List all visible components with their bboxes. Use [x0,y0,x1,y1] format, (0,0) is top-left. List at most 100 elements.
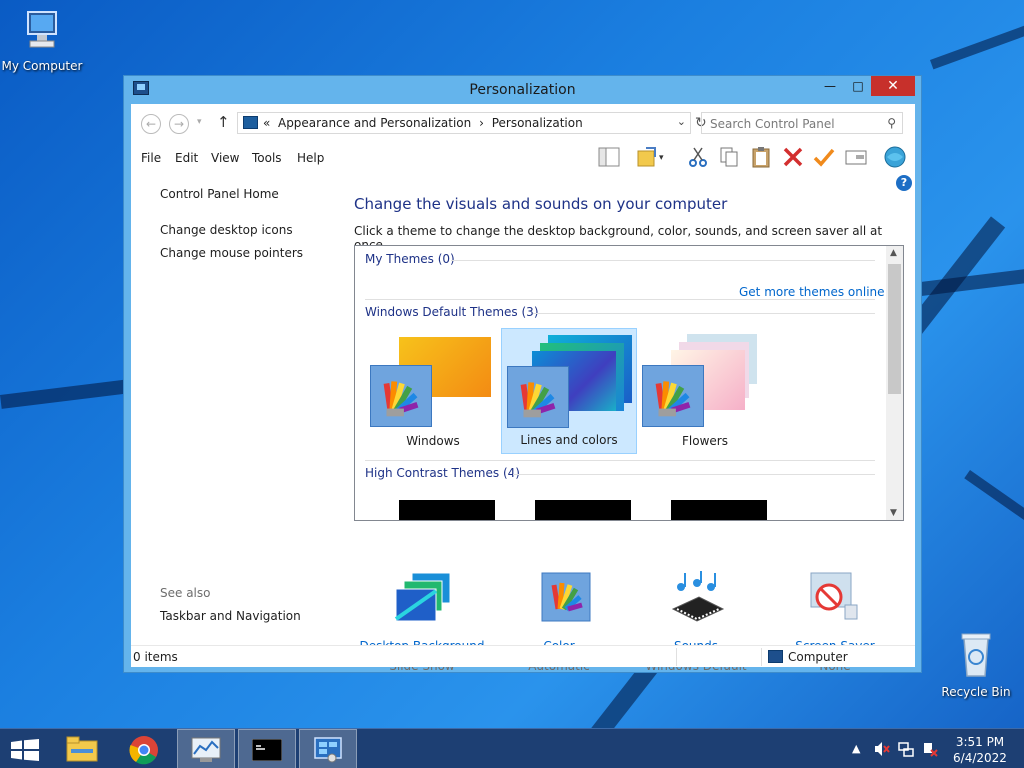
search-box[interactable]: Search Control Panel ⚲ [701,112,903,134]
clock-date: 6/4/2022 [953,751,1007,765]
recent-locations-dropdown[interactable]: ▾ [197,117,202,127]
screen-saver-icon[interactable] [805,569,865,625]
high-contrast-theme-thumb[interactable] [671,500,767,520]
change-desktop-icons-link[interactable]: Change desktop icons [160,223,293,237]
cut-icon[interactable] [686,145,710,169]
volume-muted-icon[interactable] [874,741,890,757]
delete-icon[interactable] [781,145,805,169]
desktop-icon-label: My Computer [1,59,83,73]
status-location: Computer [788,650,848,664]
breadcrumb-appearance[interactable]: Appearance and Personalization [278,116,471,130]
high-contrast-theme-thumb[interactable] [399,500,495,520]
start-button[interactable] [11,739,39,761]
scroll-up-icon[interactable]: ▲ [890,248,897,258]
chevron-down-icon: ▾ [197,117,202,127]
item-count: 0 items [133,650,178,664]
page-title: Change the visuals and sounds on your co… [354,195,728,213]
status-bar: 0 items Computer [131,645,915,667]
control-panel-home-link[interactable]: Control Panel Home [160,187,279,201]
show-hidden-icons-button[interactable]: ▲ [852,742,860,755]
back-button[interactable]: ← [141,114,161,134]
title-bar[interactable]: Personalization — □ ✕ [124,76,921,104]
window-content: ← → ▾ ↑ « Appearance and Personalization… [131,104,915,673]
network-globe-icon[interactable] [883,145,907,169]
scroll-down-icon[interactable]: ▼ [890,508,897,518]
up-arrow-icon: ↑ [217,113,230,131]
taskbar-control-panel[interactable] [299,729,357,768]
checkmark-icon[interactable] [812,145,836,169]
scrollbar-thumb[interactable] [888,264,901,394]
folder-options-icon[interactable] [635,145,659,169]
taskbar: ▲ 3:51 PM 6/4/2022 [0,728,1024,768]
menu-view[interactable]: View [211,151,239,165]
recycle-bin-icon [961,633,991,677]
close-button[interactable]: ✕ [871,76,915,96]
desktop-icon-recycle-bin[interactable]: Recycle Bin [934,630,1018,699]
copy-icon[interactable] [717,145,741,169]
breadcrumb: « Appearance and Personalization › Perso… [263,116,583,130]
properties-icon[interactable] [844,145,868,169]
theme-windows[interactable]: Windows [365,328,501,454]
search-placeholder: Search Control Panel [710,117,835,131]
control-panel-icon [243,116,258,129]
forward-button[interactable]: → [169,114,189,134]
menu-edit[interactable]: Edit [175,151,198,165]
theme-label: Lines and colors [520,433,618,447]
taskbar-file-explorer[interactable] [53,729,111,768]
layout-pane-icon[interactable] [597,145,621,169]
computer-icon [27,11,57,48]
clock-time: 3:51 PM [955,735,1005,749]
address-bar[interactable]: « Appearance and Personalization › Perso… [237,112,691,134]
address-dropdown[interactable]: ⌄ [677,115,686,128]
menu-tools[interactable]: Tools [252,151,282,165]
group-divider [513,474,875,475]
themes-list[interactable]: My Themes (0) Get more themes online Win… [354,245,904,521]
command-prompt-icon [252,739,282,761]
taskbar-chrome[interactable] [115,729,173,768]
help-icon[interactable]: ? [896,175,912,191]
wallpaper-beam [930,5,1024,70]
taskbar-navigation-link[interactable]: Taskbar and Navigation [160,609,301,623]
color-palette-icon [507,366,569,428]
themes-scrollbar[interactable]: ▲ ▼ [886,246,903,520]
theme-label: Flowers [682,434,728,448]
menu-help[interactable]: Help [297,151,324,165]
high-contrast-theme-thumb[interactable] [535,500,631,520]
breadcrumb-separator[interactable]: › [479,116,484,130]
breadcrumb-overflow[interactable]: « [263,116,270,130]
color-icon[interactable] [536,569,596,625]
action-center-icon[interactable] [922,741,938,757]
network-icon[interactable] [898,741,914,757]
paste-icon[interactable] [749,145,773,169]
theme-flowers[interactable]: Flowers [637,328,773,454]
menu-file[interactable]: File [141,151,161,165]
monitor-chart-icon [191,737,221,762]
chrome-icon [129,736,158,765]
status-divider [676,648,677,666]
theme-lines-and-colors[interactable]: Lines and colors [501,328,637,454]
taskbar-resource-monitor[interactable] [177,729,235,768]
group-divider [451,260,875,261]
high-contrast-themes-header[interactable]: High Contrast Themes (4) [365,466,520,480]
maximize-button[interactable]: □ [844,76,872,96]
breadcrumb-personalization[interactable]: Personalization [492,116,583,130]
up-button[interactable]: ↑ [217,113,230,131]
sounds-icon[interactable] [667,569,727,625]
system-clock[interactable]: 3:51 PM 6/4/2022 [950,734,1010,766]
wallpaper-beam [964,470,1024,548]
window-title: Personalization [469,82,576,98]
minimize-button[interactable]: — [816,76,844,96]
group-divider [365,460,875,461]
chevron-up-icon: ▲ [852,742,861,755]
taskbar-command-prompt[interactable] [238,729,296,768]
address-row: ← → ▾ ↑ « Appearance and Personalization… [131,104,915,141]
chevron-down-icon[interactable]: ▾ [659,153,664,163]
desktop-background-icon[interactable] [394,569,454,625]
get-more-themes-link[interactable]: Get more themes online [739,285,885,299]
status-divider [761,648,762,666]
desktop-icon-my-computer[interactable]: My Computer [0,10,84,73]
default-themes-header[interactable]: Windows Default Themes (3) [365,305,539,319]
change-mouse-pointers-link[interactable]: Change mouse pointers [160,246,303,260]
see-also-label: See also [160,586,211,600]
my-themes-header[interactable]: My Themes (0) [365,252,455,266]
